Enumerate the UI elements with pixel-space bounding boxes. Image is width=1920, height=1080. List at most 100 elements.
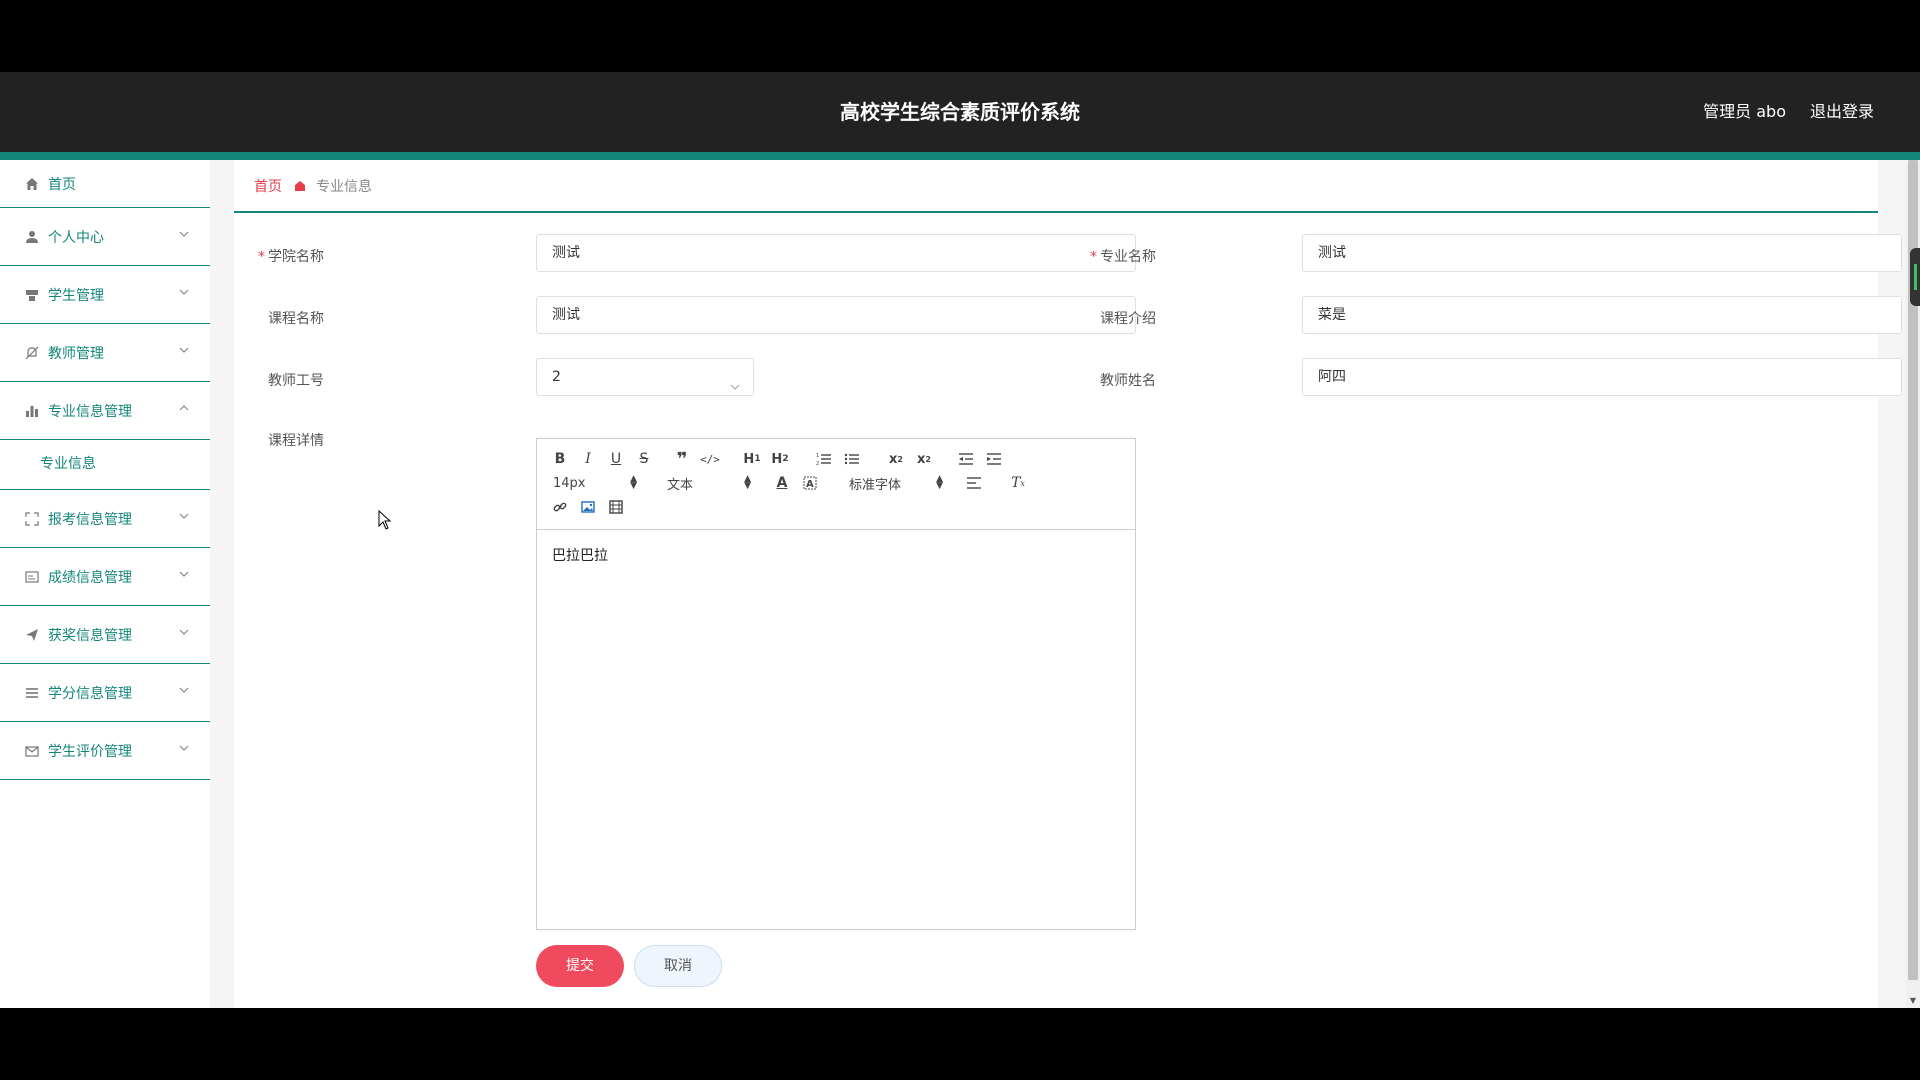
sidebar-item-label: 学生管理 [48,287,104,304]
current-user[interactable]: 管理员 abo [1703,72,1786,152]
editor-content[interactable]: 巴拉巴拉 [552,545,608,565]
teacher-id-value: 2 [552,369,561,385]
main-area: 首页 专业信息 * 学院名称 测试 * 专业名称 测试 课程名称 测试 课程介绍 菜… [210,160,1910,1008]
rich-text-editor[interactable]: B I U S ❞ </> H1 H2 12 x2 x2 14px ▲ ▼ 文本… [536,438,1136,930]
side-panel-handle[interactable] [1910,248,1920,306]
image-icon[interactable] [577,497,599,517]
sidebar-item-personal[interactable]: 个人中心 [0,208,210,266]
sidebar: 首页 个人中心 学生管理 教师管理 专业信息管理 专业信息 报考信息管理 成绩信… [0,160,210,1008]
sidebar-item-evaluation[interactable]: 学生评价管理 [0,722,210,780]
content-panel: 首页 专业信息 * 学院名称 测试 * 专业名称 测试 课程名称 测试 课程介绍 菜… [234,160,1902,1008]
course-intro-input[interactable]: 菜是 [1302,296,1902,334]
select-updown-icon: ▲ ▼ [630,474,637,491]
select-updown-icon: ▲ ▼ [936,474,943,491]
sidebar-item-label: 报考信息管理 [48,511,132,528]
course-label: 课程名称 [268,311,324,327]
h2-icon[interactable]: H2 [769,449,791,469]
editor-toolbar: B I U S ❞ </> H1 H2 12 x2 x2 14px ▲ ▼ 文本… [537,439,1135,530]
svg-text:2: 2 [816,461,819,466]
sidebar-item-students[interactable]: 学生管理 [0,266,210,324]
chevron-down-icon [178,510,190,522]
college-name-input[interactable]: 测试 [536,234,1136,272]
svg-text:A: A [806,479,814,490]
user-icon [24,229,40,245]
breadcrumb-current: 专业信息 [316,178,372,195]
sidebar-item-label: 个人中心 [48,229,104,246]
paper-plane-icon [24,627,40,643]
sidebar-item-score-info[interactable]: 成绩信息管理 [0,548,210,606]
breadcrumb: 首页 专业信息 [234,160,1878,213]
teacher-name-label: 教师姓名 [1100,373,1156,389]
home-icon [294,180,306,192]
outdent-icon[interactable] [955,449,977,469]
indent-icon[interactable] [983,449,1005,469]
app-title: 高校学生综合素质评价系统 [840,100,1080,124]
fullscreen-icon [24,511,40,527]
chevron-down-icon [729,371,741,390]
italic-icon[interactable]: I [577,449,599,469]
course-name-input[interactable]: 测试 [536,296,1136,334]
sidebar-item-label: 专业信息管理 [48,403,132,420]
sidebar-item-label: 获奖信息管理 [48,627,132,644]
chevron-down-icon [178,286,190,298]
font-family-select[interactable]: 标准字体 ▲ ▼ [849,473,943,493]
user-area: 管理员 abo 退出登录 [1703,72,1874,152]
sidebar-item-credit-info[interactable]: 学分信息管理 [0,664,210,722]
chevron-up-icon [178,402,190,414]
teacher-id-select[interactable]: 2 [536,358,754,396]
detail-label: 课程详情 [268,433,324,449]
bullet-list-icon[interactable] [841,449,863,469]
header-select[interactable]: 文本 ▲ ▼ [667,473,751,493]
scroll-down-arrow-icon[interactable]: ▼ [1908,996,1918,1006]
header-value: 文本 [667,477,694,493]
submit-button[interactable]: 提交 [536,945,624,987]
home-icon [24,176,40,192]
chevron-down-icon [178,684,190,696]
video-icon[interactable] [605,497,627,517]
logout-link[interactable]: 退出登录 [1810,72,1874,152]
sidebar-item-label: 首页 [48,176,76,193]
font-color-icon[interactable]: A [771,473,793,493]
sidebar-item-award-info[interactable]: 获奖信息管理 [0,606,210,664]
sidebar-item-major-info[interactable]: 专业信息管理 [0,382,210,440]
sidebar-item-home[interactable]: 首页 [0,160,210,208]
blockquote-icon[interactable]: ❞ [671,449,693,470]
cancel-button[interactable]: 取消 [634,945,722,987]
link-icon[interactable] [549,497,571,517]
bold-icon[interactable]: B [549,449,571,469]
student-icon [24,287,40,303]
list-icon [24,685,40,701]
svg-text:1: 1 [816,453,819,459]
app-header: 高校学生综合素质评价系统 管理员 abo 退出登录 [0,72,1920,152]
underline-icon[interactable]: U [605,449,627,469]
card-icon [24,569,40,585]
subscript-icon[interactable]: x2 [885,449,907,469]
teacher-name-input[interactable]: 阿四 [1302,358,1902,396]
superscript-icon[interactable]: x2 [913,449,935,469]
ordered-list-icon[interactable]: 12 [813,449,835,469]
select-updown-icon: ▲ ▼ [744,474,751,491]
college-label: * 学院名称 [258,249,324,265]
clear-format-icon[interactable]: Tx [1007,473,1029,493]
sidebar-subitem-major-info[interactable]: 专业信息 [0,440,210,490]
teacher-id-label: 教师工号 [268,373,324,389]
strike-icon[interactable]: S [633,449,655,469]
chevron-down-icon [178,626,190,638]
chevron-down-icon [178,568,190,580]
chevron-down-icon [178,344,190,356]
mail-icon [24,743,40,759]
align-icon[interactable] [963,473,985,493]
background-color-icon[interactable]: A [799,473,821,493]
major-name-input[interactable]: 测试 [1302,234,1902,272]
font-size-value: 14px [553,475,586,491]
sidebar-item-label: 学生评价管理 [48,743,132,760]
mouse-cursor-icon [378,509,392,530]
header-accent-bar [0,152,1920,160]
code-icon[interactable]: </> [699,449,721,469]
bar-chart-icon [24,403,40,419]
sidebar-item-teachers[interactable]: 教师管理 [0,324,210,382]
h1-icon[interactable]: H1 [741,449,763,469]
sidebar-item-exam-info[interactable]: 报考信息管理 [0,490,210,548]
breadcrumb-home[interactable]: 首页 [254,176,282,196]
font-size-select[interactable]: 14px ▲ ▼ [553,473,637,493]
